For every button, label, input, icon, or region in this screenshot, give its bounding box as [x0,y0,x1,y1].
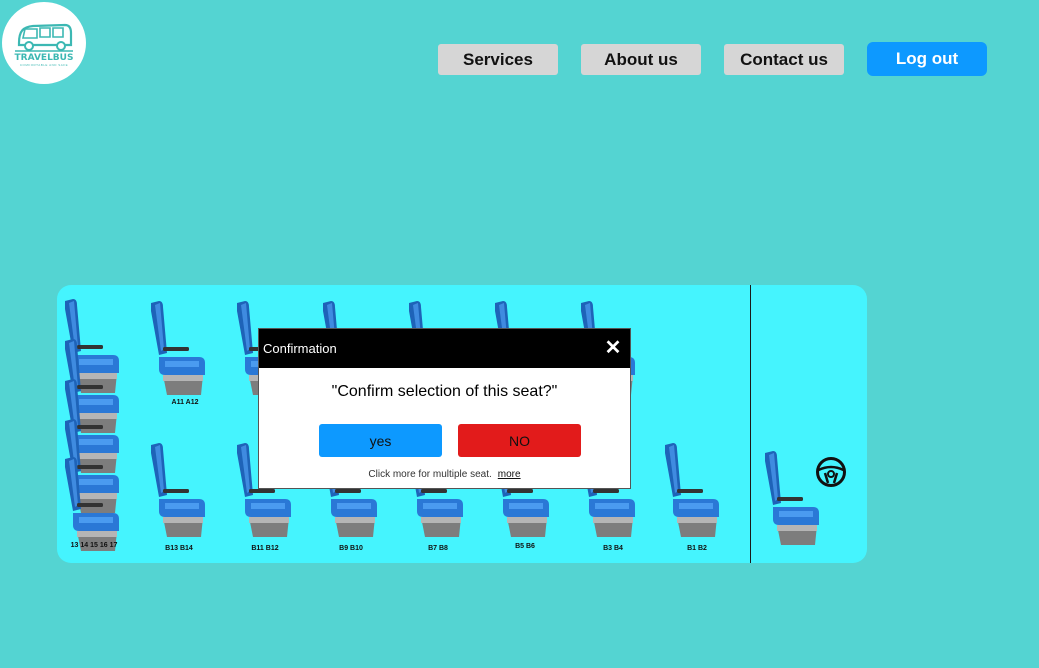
seat-icon [151,443,205,537]
close-icon[interactable]: ✕ [604,338,622,358]
seat-label-b1-b2: B1 B2 [687,545,707,552]
dialog-header: Confirmation ✕ [259,329,630,368]
seat-label-b7-b8: B7 B8 [428,545,448,552]
seat-label-b9-b10: B9 B10 [339,545,363,552]
seat-label-a11-a12: A11 A12 [171,399,199,406]
dialog-question: "Confirm selection of this seat?" [331,383,558,400]
seat-icon [65,457,119,551]
driver-divider [750,285,751,563]
brand-tagline: COMFORTABLE AND SAFE [19,62,69,67]
seat-label-b5-b6: B5 B6 [515,543,535,550]
contact-button[interactable]: Contact us [724,44,844,75]
seat-label-b13-b14: B13 B14 [165,545,193,552]
more-link[interactable]: more [498,469,521,480]
services-button[interactable]: Services [438,44,558,75]
steering-wheel-icon [816,457,846,487]
seat-b13-b14[interactable] [145,441,207,541]
dialog-title: Confirmation [263,341,337,356]
brand-logo[interactable]: TRAVELBUS COMFORTABLE AND SAFE [2,2,86,84]
seat-icon [765,451,819,545]
seat-label-b3-b4: B3 B4 [603,545,623,552]
driver-seat [759,449,821,549]
seat-b1-b2[interactable] [659,441,721,541]
bus-icon [15,23,73,52]
yes-button[interactable]: yes [319,424,442,457]
seat-icon [665,443,719,537]
no-button[interactable]: NO [458,424,581,457]
seat-icon [151,301,205,395]
seat-label-13-17: 13 14 15 16 17 [70,542,118,549]
dialog-hint-text: Click more for multiple seat. [368,469,492,480]
seat-back-5[interactable] [59,455,121,555]
brand-name: TRAVELBUS [14,52,74,63]
confirmation-dialog: Confirmation ✕ "Confirm selection of thi… [258,328,631,489]
logout-button[interactable]: Log out [867,42,987,76]
dialog-hint: Click more for multiple seat. more [259,469,630,480]
about-button[interactable]: About us [581,44,701,75]
seat-a11-a12[interactable] [145,299,207,399]
seat-label-b11-b12: B11 B12 [251,545,279,552]
